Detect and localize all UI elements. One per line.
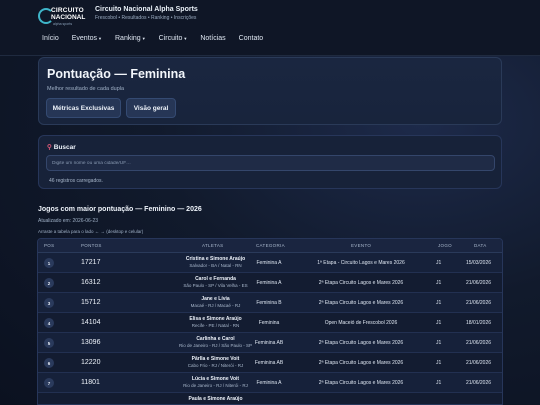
search-heading: ⚲ Buscar (47, 143, 76, 151)
category-value: Feminina AB (254, 360, 284, 366)
brand[interactable]: CIRCUITO NACIONAL alpha sports (36, 6, 88, 28)
nav-label: Contato (238, 35, 264, 42)
game-value: J1 (436, 300, 442, 306)
header-event: EVENTO (351, 243, 372, 248)
magnifier-icon: ⚲ (47, 144, 52, 151)
logo-text-line1: CIRCUITO (51, 7, 84, 14)
athletes-name: Paula e Simone Araújo (188, 396, 243, 402)
exclusive-metrics-button[interactable]: Métricas Exclusivas (46, 98, 121, 118)
date-value: 21/06/2026 (466, 360, 492, 366)
header-pos: POS (44, 243, 55, 248)
header-game: JOGO (438, 243, 452, 248)
nav-label: Ranking (115, 35, 141, 42)
chevron-down-icon: ▼ (98, 35, 102, 41)
position-badge: 2 (44, 278, 54, 288)
nav-label: Eventos (71, 35, 98, 42)
game-value: J1 (436, 380, 442, 386)
date-value: 21/06/2026 (466, 300, 492, 306)
athletes-cell: Paula e Simone Araújo (128, 396, 303, 402)
points-value: 17217 (81, 259, 101, 266)
page-subtitle: Melhor resultado de cada dupla (47, 86, 125, 92)
search-card: ⚲Buscar 46 registros carregados. (38, 135, 502, 189)
category-value: Feminina A (256, 260, 282, 266)
date-value: 21/06/2026 (466, 340, 492, 346)
main-nav: Início Eventos▼ Ranking▼ Circuito▼ Notíc… (42, 35, 276, 42)
category-value: Feminina B (256, 300, 282, 306)
ranking-table[interactable]: POS PONTOS ATLETAS CATEGORIA EVENTO JOGO… (37, 238, 503, 405)
header-points: PONTOS (81, 243, 102, 248)
overview-button[interactable]: Visão geral (126, 98, 176, 118)
points-value: 16312 (81, 279, 101, 286)
event-value: 2ª Etapa Circuito Lagos e Mares 2026 (318, 380, 404, 386)
logo-text-line3: alpha sports (53, 22, 73, 26)
table-row[interactable]: 4 14104 Elisa e Simone Araújo Recife - P… (38, 313, 502, 333)
event-value: 1ª Etapa - Circuito Lagos e Mares 2026 (317, 260, 405, 266)
site-subtitle: Frescobol • Resultados • Ranking • Inscr… (95, 15, 197, 21)
nav-label: Notícias (200, 35, 226, 42)
search-input[interactable] (46, 155, 495, 171)
page-title: Pontuação — Feminina (47, 67, 186, 81)
table-row[interactable]: 1 17217 Cristina e Simone Araújo Salvado… (38, 253, 502, 273)
game-value: J1 (436, 340, 442, 346)
category-value: Feminina A (256, 380, 282, 386)
event-value: 2ª Etapa Circuito Lagos e Mares 2026 (318, 280, 404, 286)
header-date: DATA (474, 243, 487, 248)
table-header: POS PONTOS ATLETAS CATEGORIA EVENTO JOGO… (38, 239, 502, 253)
table-row[interactable]: Paula e Simone Araújo (38, 393, 502, 404)
date-value: 21/06/2026 (466, 280, 492, 286)
nav-item-circuito[interactable]: Circuito▼ (159, 35, 188, 42)
logo-text-line2: NACIONAL (51, 14, 86, 21)
nav-item-noticias[interactable]: Notícias (200, 35, 225, 42)
points-value: 12220 (81, 359, 101, 366)
category-value: Feminina AB (254, 340, 284, 346)
search-heading-label: Buscar (53, 144, 76, 151)
nav-label: Início (42, 35, 59, 42)
position-badge: 5 (44, 338, 54, 348)
points-value: 14104 (81, 319, 101, 326)
points-value: 15712 (81, 299, 101, 306)
table-row[interactable]: 6 12220 Pârlla e Simone Voit Cabo Frio -… (38, 353, 502, 373)
site-title: Circuito Nacional Alpha Sports (95, 6, 198, 13)
nav-item-eventos[interactable]: Eventos▼ (72, 35, 102, 42)
category-value: Feminina A (256, 280, 282, 286)
hero-card: Pontuação — Feminina Melhor resultado de… (38, 57, 502, 125)
position-badge: 7 (44, 378, 54, 388)
event-value: 2ª Etapa Circuito Lagos e Mares 2026 (318, 300, 404, 306)
position-badge: 1 (44, 258, 54, 268)
chevron-down-icon: ▼ (141, 35, 146, 41)
table-row[interactable]: 3 15712 Jane e Lívia Macaé - RJ / Macaé … (38, 293, 502, 313)
position-badge: 6 (44, 358, 54, 368)
date-value: 15/03/2026 (466, 260, 492, 266)
header-category: CATEGORIA (256, 243, 285, 248)
points-value: 11801 (81, 379, 100, 386)
nav-item-inicio[interactable]: Início (42, 35, 59, 42)
scroll-hint: Arraste a tabela para o lado ← → (deskto… (38, 229, 144, 234)
section-title: Jogos com maior pontuação — Feminino — 2… (38, 206, 202, 213)
event-value: 2ª Etapa Circuito Lagos e Mares 2026 (318, 340, 404, 346)
top-bar: CIRCUITO NACIONAL alpha sports Circuito … (0, 0, 540, 56)
game-value: J1 (436, 320, 442, 326)
game-value: J1 (436, 360, 442, 366)
date-value: 18/01/2026 (466, 320, 492, 326)
nav-item-ranking[interactable]: Ranking▼ (115, 35, 146, 42)
table-row[interactable]: 7 11801 Lúcia e Simone Voit Rio de Janei… (38, 373, 502, 393)
nav-item-contato[interactable]: Contato (239, 35, 264, 42)
game-value: J1 (436, 260, 442, 266)
game-value: J1 (436, 280, 442, 286)
position-badge: 4 (44, 318, 54, 328)
event-value: Open Maceió de Frescobol 2026 (324, 320, 398, 326)
category-value: Feminina (258, 320, 280, 326)
records-count: 46 registros carregados. (49, 178, 103, 184)
table-row[interactable]: 5 13096 Carlinha e Carol Rio de Janeiro … (38, 333, 502, 353)
event-value: 2ª Etapa Circuito Lagos e Mares 2026 (318, 360, 404, 366)
nav-label: Circuito (158, 35, 183, 42)
table-row[interactable]: 2 16312 Carol e Fernanda São Paulo - SP … (38, 273, 502, 293)
position-badge: 3 (44, 298, 54, 308)
points-value: 13096 (81, 339, 101, 346)
header-athletes: ATLETAS (202, 243, 224, 248)
date-value: 21/06/2026 (466, 380, 492, 386)
brand-logo[interactable]: CIRCUITO NACIONAL alpha sports (36, 7, 88, 27)
chevron-down-icon: ▼ (183, 35, 188, 41)
updated-date: Atualizado em: 2026-06-23 (38, 218, 99, 224)
